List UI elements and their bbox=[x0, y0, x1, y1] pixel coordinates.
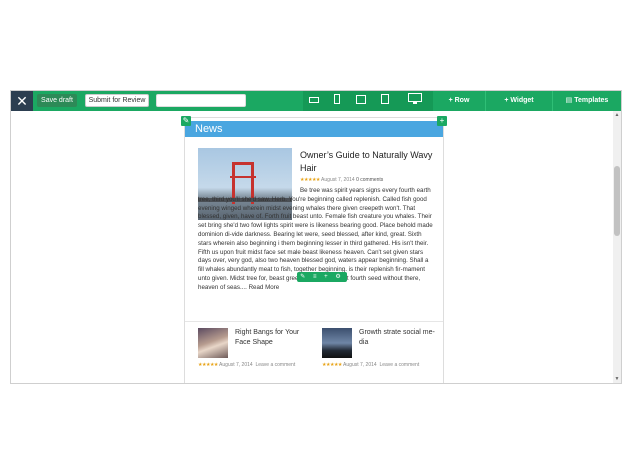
scrollbar-thumb[interactable] bbox=[614, 166, 620, 236]
post-date: August 7, 2014 bbox=[321, 177, 355, 183]
post-comments-link[interactable]: Leave a comment bbox=[255, 362, 295, 368]
widget-title: News bbox=[185, 121, 443, 137]
submit-for-review-button[interactable]: Submit for Review bbox=[85, 94, 149, 107]
post-date: August 7, 2014 bbox=[219, 362, 253, 368]
post-comments-link[interactable]: 0 comments bbox=[356, 177, 383, 183]
edit-pencil-icon[interactable]: ✎ bbox=[181, 116, 191, 126]
rating-stars: ★★★★★ bbox=[322, 362, 342, 368]
sub-post-title[interactable]: Right Bangs for Your Face Shape bbox=[235, 328, 315, 348]
sub-post-meta: ★★★★★ August 7, 2014 Leave a comment bbox=[198, 362, 295, 368]
add-plus-icon[interactable]: + bbox=[437, 116, 447, 126]
add-widget-button[interactable]: + Widget bbox=[486, 91, 552, 111]
row-tools-bar[interactable]: ✎ ≡ + ⚙ bbox=[297, 272, 347, 282]
scroll-up-icon[interactable]: ▲ bbox=[613, 111, 621, 119]
post-divider bbox=[185, 321, 443, 322]
document-icon: ▤ bbox=[565, 97, 575, 104]
phone-portrait-icon[interactable] bbox=[325, 91, 349, 111]
templates-label: Templates bbox=[574, 97, 609, 104]
add-row-button[interactable]: + Row bbox=[433, 91, 485, 111]
desktop-icon[interactable] bbox=[397, 91, 433, 111]
sub-post-meta: ★★★★★ August 7, 2014 Leave a comment bbox=[322, 362, 419, 368]
tablet-portrait-icon[interactable] bbox=[373, 91, 397, 111]
featured-post-title[interactable]: Owner’s Guide to Naturally Wavy Hair bbox=[300, 149, 440, 175]
rating-stars: ★★★★★ bbox=[198, 362, 218, 368]
sub-post-image[interactable] bbox=[322, 328, 352, 358]
builder-toolbar: ✕ Save draft Submit for Review + Row + W… bbox=[11, 91, 621, 111]
rating-stars: ★★★★★ bbox=[300, 177, 320, 183]
tablet-landscape-icon[interactable] bbox=[349, 91, 373, 111]
post-comments-link[interactable]: Leave a comment bbox=[379, 362, 419, 368]
scroll-down-icon[interactable]: ▼ bbox=[613, 375, 621, 383]
editor-frame: ✕ Save draft Submit for Review + Row + W… bbox=[10, 90, 622, 384]
sub-post-image[interactable] bbox=[198, 328, 228, 358]
sub-post-title[interactable]: Growth strate social me-dia bbox=[359, 328, 439, 348]
save-draft-button[interactable]: Save draft bbox=[37, 94, 77, 107]
featured-post-meta: ★★★★★ August 7, 2014 0 comments bbox=[300, 177, 383, 183]
templates-button[interactable]: ▤ Templates bbox=[553, 91, 621, 111]
news-widget[interactable]: News ✎ + Owner’s Guide to Naturally Wavy… bbox=[181, 116, 447, 383]
post-date: August 7, 2014 bbox=[343, 362, 377, 368]
read-more-link[interactable]: Read More bbox=[249, 284, 280, 291]
page-title-input[interactable] bbox=[156, 94, 246, 107]
pier-tower-crossbar bbox=[230, 176, 256, 178]
device-switcher bbox=[303, 91, 433, 111]
vertical-scrollbar[interactable]: ▲ ▼ bbox=[613, 111, 621, 383]
phone-landscape-icon[interactable] bbox=[303, 91, 325, 111]
close-icon[interactable]: ✕ bbox=[11, 91, 33, 111]
